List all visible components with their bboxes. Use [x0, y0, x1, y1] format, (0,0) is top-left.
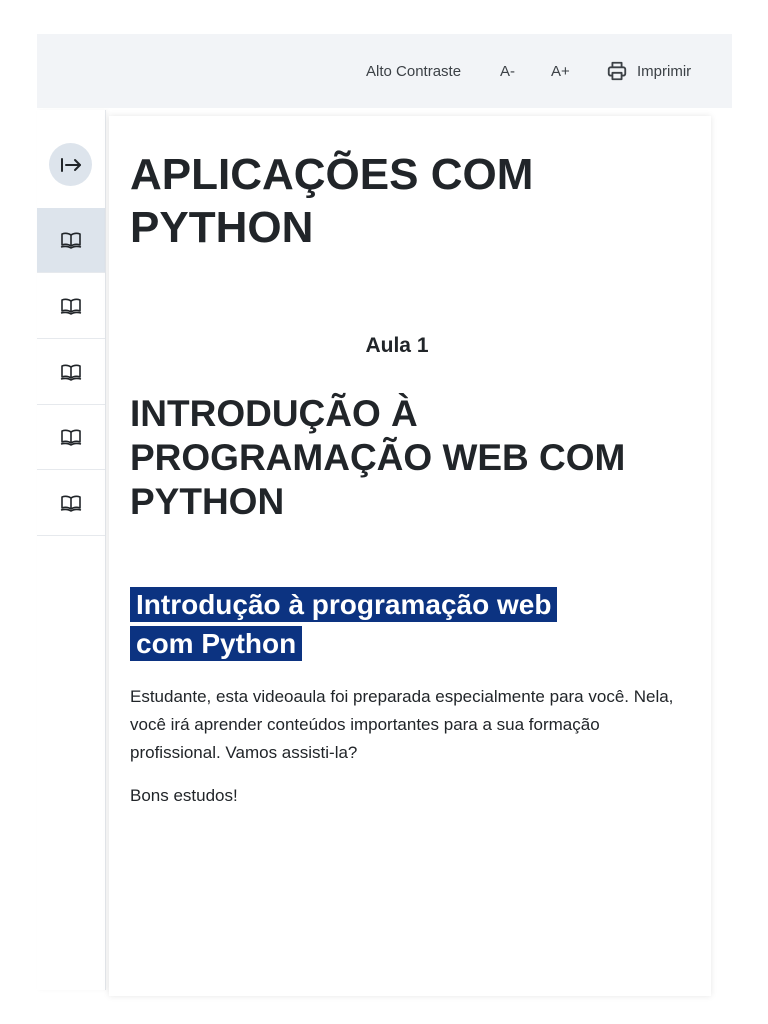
arrow-right-to-bar-icon [60, 157, 81, 172]
lesson-content: APLICAÇÕES COM PYTHON Aula 1 INTRODUÇÃO … [109, 116, 711, 996]
course-title: APLICAÇÕES COM PYTHON [130, 150, 534, 252]
section-title: Introdução à programação web com Python [130, 585, 610, 663]
sidebar-item-lesson-2[interactable] [37, 274, 105, 339]
intro-paragraph: Estudante, esta videoaula foi preparada … [130, 687, 674, 762]
high-contrast-button[interactable]: Alto Contraste [366, 34, 461, 108]
accessibility-toolbar: Alto Contraste A- A+ Imprimir [37, 34, 732, 108]
book-open-icon [60, 298, 82, 315]
book-open-icon [60, 364, 82, 381]
book-open-icon [60, 232, 82, 249]
sidebar-item-lesson-5[interactable] [37, 471, 105, 536]
lesson-sidebar [37, 110, 106, 990]
print-label: Imprimir [637, 62, 692, 80]
print-button[interactable]: Imprimir [606, 34, 691, 108]
font-decrease-label: A- [500, 62, 515, 80]
book-open-icon [60, 495, 82, 512]
sidebar-item-lesson-1[interactable] [37, 208, 105, 273]
section-title-text: Introdução à programação web com Python [130, 587, 558, 661]
font-increase-button[interactable]: A+ [551, 34, 570, 108]
lesson-label: Aula 1 [365, 334, 429, 357]
sidebar-item-lesson-4[interactable] [37, 405, 105, 470]
sidebar-toggle-button[interactable] [49, 143, 92, 186]
printer-icon [607, 61, 627, 81]
sidebar-item-lesson-3[interactable] [37, 340, 105, 405]
font-decrease-button[interactable]: A- [500, 34, 515, 108]
book-open-icon [60, 429, 82, 446]
font-increase-label: A+ [551, 62, 570, 80]
lesson-title: INTRODUÇÃO À PROGRAMAÇÃO WEB COM PYTHON [130, 393, 626, 522]
high-contrast-label: Alto Contraste [366, 62, 462, 80]
closing-paragraph: Bons estudos! [130, 786, 238, 805]
